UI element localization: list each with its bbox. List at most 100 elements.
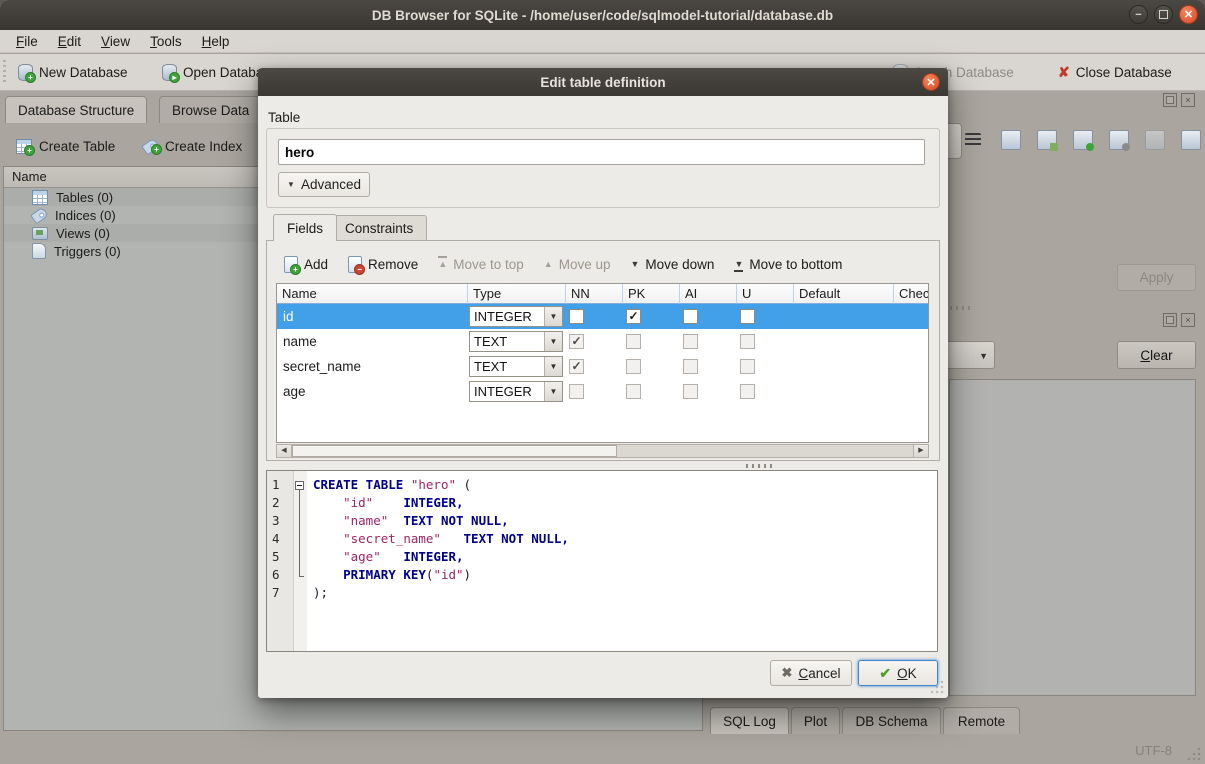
checkbox-u[interactable] <box>740 334 755 349</box>
menubar: FileEditViewToolsHelp <box>0 30 1205 53</box>
maximize-icon[interactable] <box>1154 5 1173 24</box>
new-database-button[interactable]: + New Database <box>18 60 128 84</box>
link-icon[interactable] <box>1109 130 1129 150</box>
export-icon[interactable] <box>1073 130 1093 150</box>
menu-view[interactable]: View <box>91 32 140 51</box>
close-database-button[interactable]: ✘ Close Database <box>1058 60 1172 84</box>
set-null-icon[interactable] <box>1145 130 1165 150</box>
table-name-input[interactable] <box>278 139 925 165</box>
advanced-toggle-button[interactable]: ▼ Advanced <box>278 172 370 197</box>
tab-constraints[interactable]: Constraints <box>331 215 427 241</box>
field-row-id[interactable]: idINTEGER▼ ✓ <box>277 304 928 329</box>
bottom-tab-remote[interactable]: Remote <box>943 707 1020 734</box>
checkbox-nn-checked[interactable]: ✓ <box>569 359 584 374</box>
menu-edit[interactable]: Edit <box>48 32 91 51</box>
new-database-icon: + <box>18 64 33 81</box>
minimize-icon[interactable]: − <box>1129 5 1148 24</box>
fields-table-hscrollbar[interactable]: ◀ ▶ <box>276 444 929 458</box>
tab-browse-data[interactable]: Browse Data <box>159 96 262 123</box>
close-icon[interactable]: ✕ <box>1179 5 1198 24</box>
column-header-type[interactable]: Type <box>467 284 565 304</box>
dialog-close-icon[interactable]: ✕ <box>922 73 940 91</box>
field-name-cell[interactable]: name <box>277 334 467 349</box>
toolbar-drag-handle[interactable] <box>3 60 6 84</box>
bottom-tab-db-schema[interactable]: DB Schema <box>842 707 941 734</box>
tab-fields[interactable]: Fields <box>273 214 337 241</box>
create-index-button[interactable]: + Create Index <box>142 133 242 159</box>
column-header-nn[interactable]: NN <box>565 284 622 304</box>
field-row-age[interactable]: ageINTEGER▼ <box>277 379 928 404</box>
checkbox-nn[interactable] <box>569 384 584 399</box>
dock-close-icon[interactable]: × <box>1181 93 1195 107</box>
column-header-name[interactable]: Name <box>277 284 467 304</box>
field-button-label: Move down <box>645 257 714 272</box>
field-row-secret_name[interactable]: secret_nameTEXT▼ ✓ <box>277 354 928 379</box>
text-mode-icon[interactable] <box>965 133 981 147</box>
remove-button[interactable]: −Remove <box>348 256 418 273</box>
column-header-u[interactable]: U <box>736 284 793 304</box>
clear-log-button[interactable]: Clear <box>1117 341 1196 369</box>
checkbox-ai[interactable] <box>683 309 698 324</box>
column-header-default[interactable]: Default <box>793 284 893 304</box>
bottom-tab-sql-log[interactable]: SQL Log <box>710 707 789 734</box>
statusbar: UTF-8 <box>0 735 1205 764</box>
move-to-bottom-button[interactable]: ▼Move to bottom <box>734 257 842 272</box>
field-type-select[interactable]: INTEGER▼ <box>469 381 563 402</box>
checkbox-pk-checked[interactable]: ✓ <box>626 309 641 324</box>
dock-float-icon[interactable] <box>1163 93 1177 107</box>
field-type-select[interactable]: INTEGER▼ <box>469 306 563 327</box>
create-table-button[interactable]: + Create Table <box>16 133 115 159</box>
menu-file[interactable]: File <box>6 32 48 51</box>
column-header-ai[interactable]: AI <box>679 284 736 304</box>
checkbox-nn-checked[interactable]: ✓ <box>569 334 584 349</box>
dock-close-icon[interactable]: × <box>1181 313 1195 327</box>
column-header-pk[interactable]: PK <box>622 284 679 304</box>
checkbox-ai[interactable] <box>683 334 698 349</box>
menu-tools[interactable]: Tools <box>140 32 192 51</box>
trigger-icon <box>32 243 46 259</box>
dialog-resize-grip[interactable] <box>930 680 944 694</box>
dock-float-icon[interactable] <box>1163 313 1177 327</box>
scroll-left-icon[interactable]: ◀ <box>277 445 292 457</box>
add-button[interactable]: +Add <box>284 256 328 273</box>
checkbox-u[interactable] <box>740 359 755 374</box>
dialog-splitter-handle[interactable] <box>746 464 774 468</box>
scroll-right-icon[interactable]: ▶ <box>913 445 928 457</box>
field-type-select[interactable]: TEXT▼ <box>469 356 563 377</box>
checkbox-nn[interactable] <box>569 309 584 324</box>
print-icon[interactable] <box>1181 130 1201 150</box>
field-name-cell[interactable]: secret_name <box>277 359 467 374</box>
bottom-tab-plot[interactable]: Plot <box>791 707 840 734</box>
move-down-button[interactable]: ▼Move down <box>630 257 714 272</box>
move-top-icon: ▲ <box>438 259 447 269</box>
checkbox-pk[interactable] <box>626 334 641 349</box>
checkbox-pk[interactable] <box>626 359 641 374</box>
tab-database-structure[interactable]: Database Structure <box>5 96 147 123</box>
cancel-button[interactable]: ✖ Cancel <box>770 660 852 686</box>
window-titlebar[interactable]: DB Browser for SQLite - /home/user/code/… <box>0 0 1205 30</box>
save-icon[interactable] <box>1037 130 1057 150</box>
checkbox-u[interactable] <box>740 309 755 324</box>
menu-help[interactable]: Help <box>192 32 240 51</box>
scrollbar-thumb[interactable] <box>292 445 617 457</box>
checkbox-ai[interactable] <box>683 384 698 399</box>
ok-button[interactable]: ✔ OK <box>858 660 938 686</box>
encoding-label: UTF-8 <box>1135 743 1172 758</box>
sql-preview-editor[interactable]: 1CREATE TABLE "hero" (2 "id" INTEGER,3 "… <box>266 470 938 652</box>
checkbox-ai[interactable] <box>683 359 698 374</box>
field-name-cell[interactable]: age <box>277 384 467 399</box>
fold-marker <box>294 513 307 531</box>
fold-marker <box>294 567 307 585</box>
fold-collapse-icon[interactable] <box>295 481 304 490</box>
window-resize-grip[interactable] <box>1187 746 1202 761</box>
checkbox-u[interactable] <box>740 384 755 399</box>
sql-log-output[interactable] <box>949 379 1196 696</box>
field-row-name[interactable]: nameTEXT▼ ✓ <box>277 329 928 354</box>
dialog-titlebar[interactable]: Edit table definition ✕ <box>258 68 948 96</box>
checkbox-pk[interactable] <box>626 384 641 399</box>
field-name-cell[interactable]: id <box>277 309 467 324</box>
import-icon[interactable] <box>1001 130 1021 150</box>
fold-marker[interactable] <box>294 477 307 495</box>
column-header-check[interactable]: Check <box>893 284 928 304</box>
field-type-select[interactable]: TEXT▼ <box>469 331 563 352</box>
